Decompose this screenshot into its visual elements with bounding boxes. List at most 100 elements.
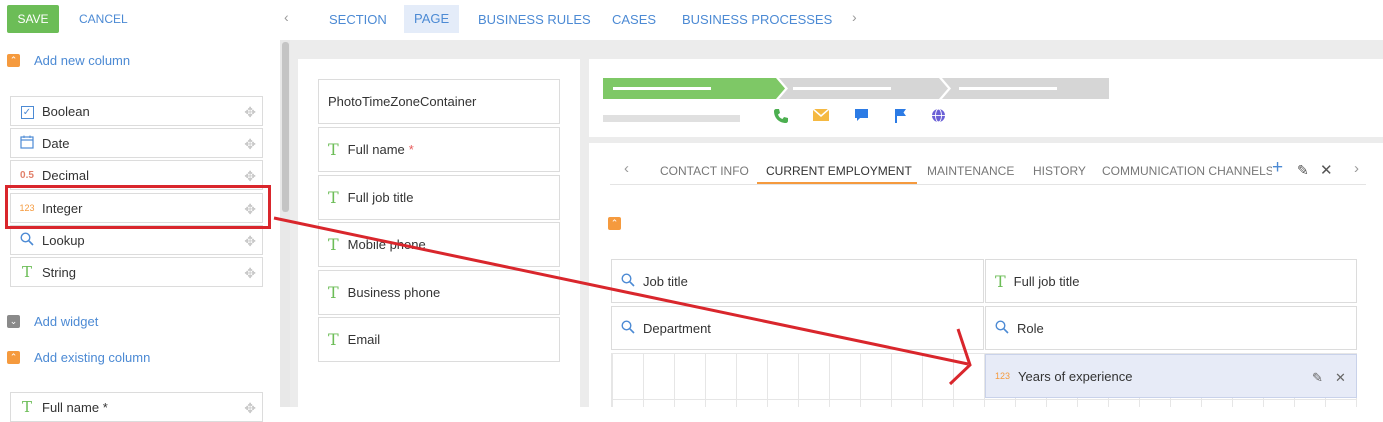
column-type-string[interactable]: T String ✥ xyxy=(10,257,263,287)
tab-business-rules[interactable]: BUSINESS RULES xyxy=(478,12,591,27)
drag-handle-icon[interactable]: ✥ xyxy=(244,104,256,121)
tab-maintenance[interactable]: MAINTENANCE xyxy=(927,164,1014,178)
column-type-label: Boolean xyxy=(42,103,90,119)
field-label: Email xyxy=(347,332,381,347)
column-type-lookup[interactable]: Lookup ✥ xyxy=(10,225,263,255)
calendar-icon xyxy=(19,135,35,152)
field-email[interactable]: T Email xyxy=(318,317,560,362)
column-type-boolean[interactable]: ✓ Boolean ✥ xyxy=(10,96,263,126)
scrollbar-thumb[interactable] xyxy=(282,42,289,212)
text-t-icon: T xyxy=(328,283,339,302)
column-type-label: Decimal xyxy=(42,167,89,183)
edit-pencil-icon[interactable]: ✎ xyxy=(1297,162,1309,179)
field-label: Full job title xyxy=(347,190,414,205)
remove-field-icon[interactable]: ✕ xyxy=(1335,370,1346,386)
field-label: Years of experience xyxy=(1018,368,1133,384)
column-type-label: String xyxy=(42,264,76,280)
tab-cases[interactable]: CASES xyxy=(612,12,656,27)
tabs-prev-chevron-icon[interactable]: ‹ xyxy=(284,9,289,25)
tab-communication-channels[interactable]: COMMUNICATION CHANNELS xyxy=(1102,164,1272,178)
magnifier-icon xyxy=(621,319,635,337)
field-label: Role xyxy=(1017,320,1044,336)
field-role[interactable]: Role xyxy=(985,306,1357,350)
tabs-next-chevron-icon[interactable]: › xyxy=(852,9,857,25)
checkbox-icon: ✓ xyxy=(20,106,34,119)
add-new-column-label: Add new column xyxy=(34,53,131,68)
column-type-date[interactable]: Date ✥ xyxy=(10,128,263,158)
field-job-title[interactable]: Job title xyxy=(611,259,984,303)
tab-current-employment[interactable]: CURRENT EMPLOYMENT xyxy=(766,164,912,178)
tab-section[interactable]: SECTION xyxy=(329,12,387,27)
add-widget-header[interactable]: ⌄ Add widget xyxy=(7,314,98,329)
field-label: Full job title xyxy=(1013,273,1080,289)
tab-business-processes[interactable]: BUSINESS PROCESSES xyxy=(682,12,832,27)
field-business-phone[interactable]: T Business phone xyxy=(318,270,560,315)
expand-icon[interactable]: ⌄ xyxy=(7,315,20,328)
field-label: Job title xyxy=(643,273,688,289)
detail-tabs-prev-icon[interactable]: ‹ xyxy=(624,160,629,177)
header-placeholder-line xyxy=(603,115,740,122)
magnifier-icon xyxy=(19,231,35,249)
add-existing-column-header[interactable]: ⌃ Add existing column xyxy=(7,350,150,365)
required-marker: * xyxy=(408,142,414,157)
column-type-label: Lookup xyxy=(42,232,85,248)
magnifier-icon xyxy=(995,319,1009,337)
text-t-icon: T xyxy=(328,330,339,349)
tab-history[interactable]: HISTORY xyxy=(1033,164,1086,178)
designer-toolbar: SAVE CANCEL ‹ SECTION PAGE BUSINESS RULE… xyxy=(0,0,1383,40)
text-t-icon: T xyxy=(328,140,339,159)
add-widget-label: Add widget xyxy=(34,314,99,329)
field-photo-timezone-container[interactable]: PhotoTimeZoneContainer xyxy=(318,79,560,124)
drag-handle-icon[interactable]: ✥ xyxy=(244,400,256,417)
collapse-group-icon[interactable]: ⌃ xyxy=(608,217,621,230)
field-full-job-title[interactable]: T Full job title xyxy=(318,175,560,220)
active-tab-underline xyxy=(757,182,917,184)
detail-tabs-next-icon[interactable]: › xyxy=(1354,160,1359,177)
layout-grid-line xyxy=(611,399,1357,400)
text-t-icon: T xyxy=(21,398,32,416)
phone-icon[interactable] xyxy=(773,108,789,128)
text-t-icon: T xyxy=(328,188,339,207)
field-label: Business phone xyxy=(347,285,441,300)
collapse-icon[interactable]: ⌃ xyxy=(7,54,20,67)
column-label: Full name * xyxy=(42,399,108,415)
integer-icon: 123 xyxy=(995,371,1011,381)
field-full-job-title-detail[interactable]: T Full job title xyxy=(985,259,1357,303)
field-label: PhotoTimeZoneContainer xyxy=(328,94,477,109)
field-mobile-phone[interactable]: T Mobile phone xyxy=(318,222,560,267)
text-t-icon: T xyxy=(21,263,32,281)
drag-handle-icon[interactable]: ✥ xyxy=(244,265,256,282)
text-t-icon: T xyxy=(328,235,339,254)
field-full-name[interactable]: T Full name * xyxy=(318,127,560,172)
stage-progress-bar xyxy=(603,78,1109,99)
tab-page[interactable]: PAGE xyxy=(404,5,460,33)
add-new-column-header[interactable]: ⌃ Add new column xyxy=(7,53,130,68)
cancel-button[interactable]: CANCEL xyxy=(79,12,128,26)
collapse-icon[interactable]: ⌃ xyxy=(7,351,20,364)
close-icon[interactable]: ✕ xyxy=(1320,161,1333,179)
field-label: Full name xyxy=(347,142,405,157)
field-label: Mobile phone xyxy=(347,237,426,252)
tab-separator xyxy=(610,184,1366,185)
text-t-icon: T xyxy=(995,271,1006,291)
decimal-icon: 0.5 xyxy=(20,169,34,181)
add-tab-plus-icon[interactable]: + xyxy=(1272,157,1283,179)
drag-handle-icon[interactable]: ✥ xyxy=(244,168,256,185)
flag-icon[interactable] xyxy=(894,108,908,128)
drag-handle-icon[interactable]: ✥ xyxy=(244,233,256,250)
tab-contact-info[interactable]: CONTACT INFO xyxy=(660,164,749,178)
field-years-of-experience[interactable]: 123 Years of experience ✎ ✕ xyxy=(985,354,1357,398)
drag-handle-icon[interactable]: ✥ xyxy=(244,136,256,153)
column-type-label: Date xyxy=(42,135,70,151)
edit-pencil-icon[interactable]: ✎ xyxy=(1312,370,1323,386)
chat-icon[interactable] xyxy=(854,108,869,127)
email-icon[interactable] xyxy=(812,108,830,126)
existing-column-full-name[interactable]: T Full name * ✥ xyxy=(10,392,263,422)
magnifier-icon xyxy=(621,272,635,290)
globe-icon[interactable] xyxy=(931,108,946,127)
add-existing-column-label: Add existing column xyxy=(34,350,151,365)
field-department[interactable]: Department xyxy=(611,306,984,350)
save-button[interactable]: SAVE xyxy=(7,5,59,33)
integer-highlight-annotation xyxy=(5,185,271,229)
field-label: Department xyxy=(643,320,711,336)
